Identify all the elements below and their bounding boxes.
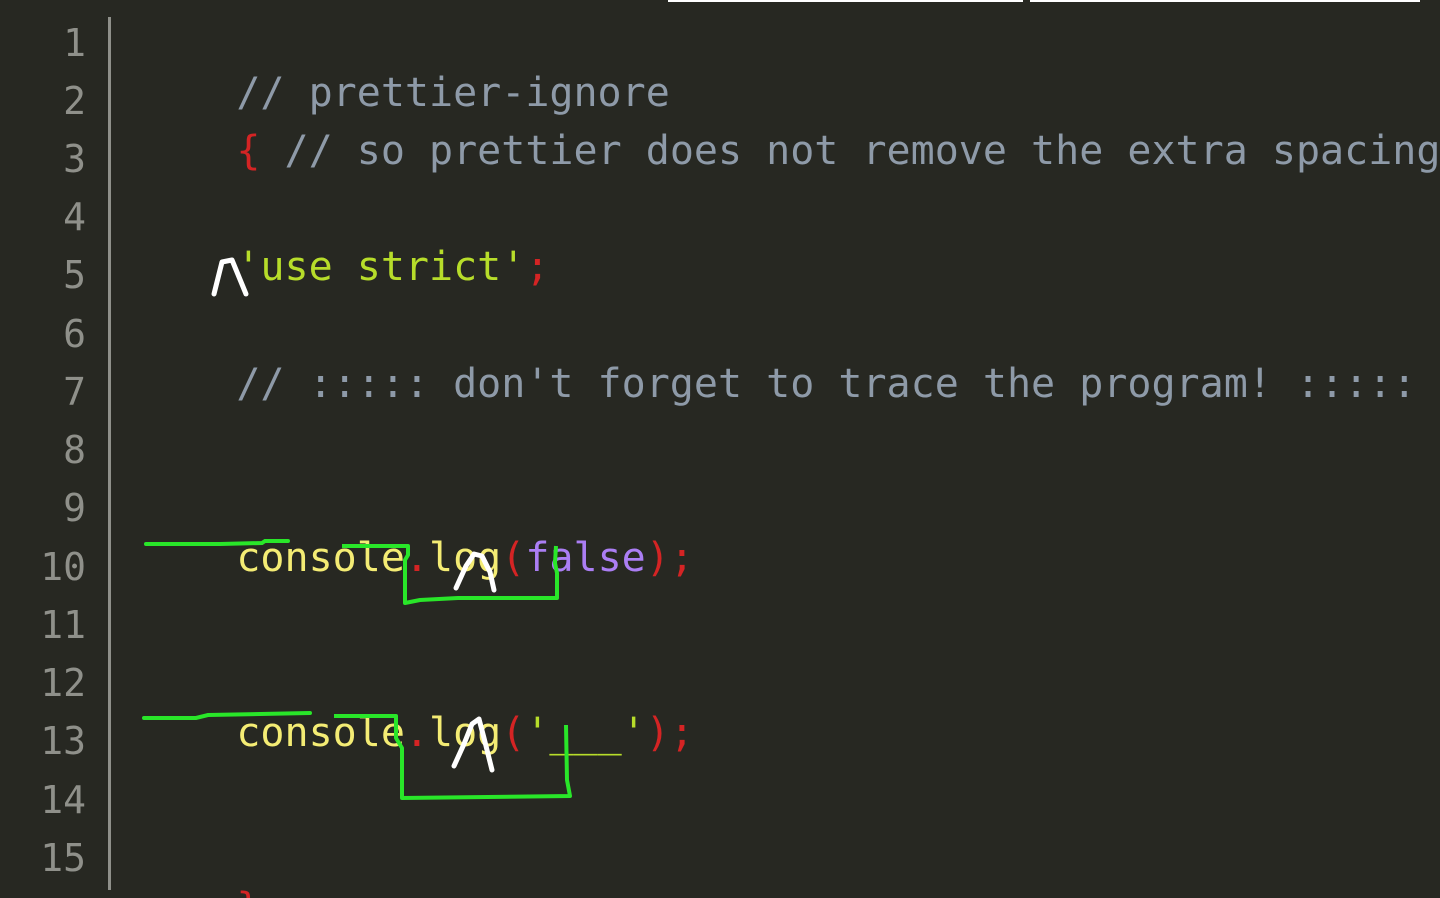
close-paren: ) — [645, 535, 670, 581]
line-number-4: 4 — [63, 195, 86, 239]
line-number-14: 14 — [40, 778, 86, 822]
gutter-divider — [108, 17, 111, 890]
line-number-3: 3 — [63, 137, 86, 181]
console-identifier: console — [236, 535, 405, 581]
close-brace: } — [236, 885, 260, 898]
string-literal: '___' — [525, 710, 646, 756]
code-editor[interactable]: 1 2 3 4 5 6 7 8 9 10 11 12 13 14 15 // p… — [0, 0, 1440, 898]
line-number-5: 5 — [63, 253, 86, 297]
code-line-2[interactable]: { // so prettier does not remove the ext… — [140, 76, 1440, 174]
dot-operator: . — [404, 710, 429, 756]
line-number-13: 13 — [40, 719, 86, 763]
line-number-1: 1 — [63, 21, 86, 65]
code-line-12[interactable]: console.log('___'); — [140, 658, 694, 756]
open-brace: { — [236, 128, 261, 174]
code-line-1[interactable]: // prettier-ignore — [140, 18, 669, 116]
dot-operator: . — [404, 535, 429, 581]
string-literal: 'use strict' — [236, 244, 526, 290]
line-number-2: 2 — [63, 79, 86, 123]
log-method: log — [429, 535, 502, 581]
line-number-8: 8 — [63, 428, 86, 472]
console-identifier: console — [236, 710, 405, 756]
open-paren: ( — [501, 535, 526, 581]
line-number-6: 6 — [63, 312, 86, 356]
close-paren: ) — [645, 710, 670, 756]
semicolon: ; — [669, 710, 694, 756]
line-number-10: 10 — [40, 545, 86, 589]
code-line-15[interactable]: } — [140, 833, 260, 898]
line-number-11: 11 — [40, 603, 86, 647]
line-number-9: 9 — [63, 486, 86, 530]
line-number-12: 12 — [40, 661, 86, 705]
code-line-4[interactable]: 'use strict'; — [140, 192, 549, 290]
boolean-literal: false — [525, 535, 646, 581]
comment: // so prettier does not remove the extra… — [260, 128, 1440, 174]
window-top-edge — [668, 0, 1023, 2]
semicolon: ; — [669, 535, 694, 581]
open-paren: ( — [501, 710, 526, 756]
semicolon: ; — [525, 244, 550, 290]
window-top-edge — [1030, 0, 1420, 2]
code-line-6[interactable]: // ::::: don't forget to trace the progr… — [140, 309, 1416, 407]
log-method: log — [429, 710, 502, 756]
code-line-9[interactable]: console.log(false); — [140, 483, 694, 581]
line-number-7: 7 — [63, 370, 86, 414]
line-number-15: 15 — [40, 836, 86, 880]
comment: // ::::: don't forget to trace the progr… — [236, 361, 1417, 407]
